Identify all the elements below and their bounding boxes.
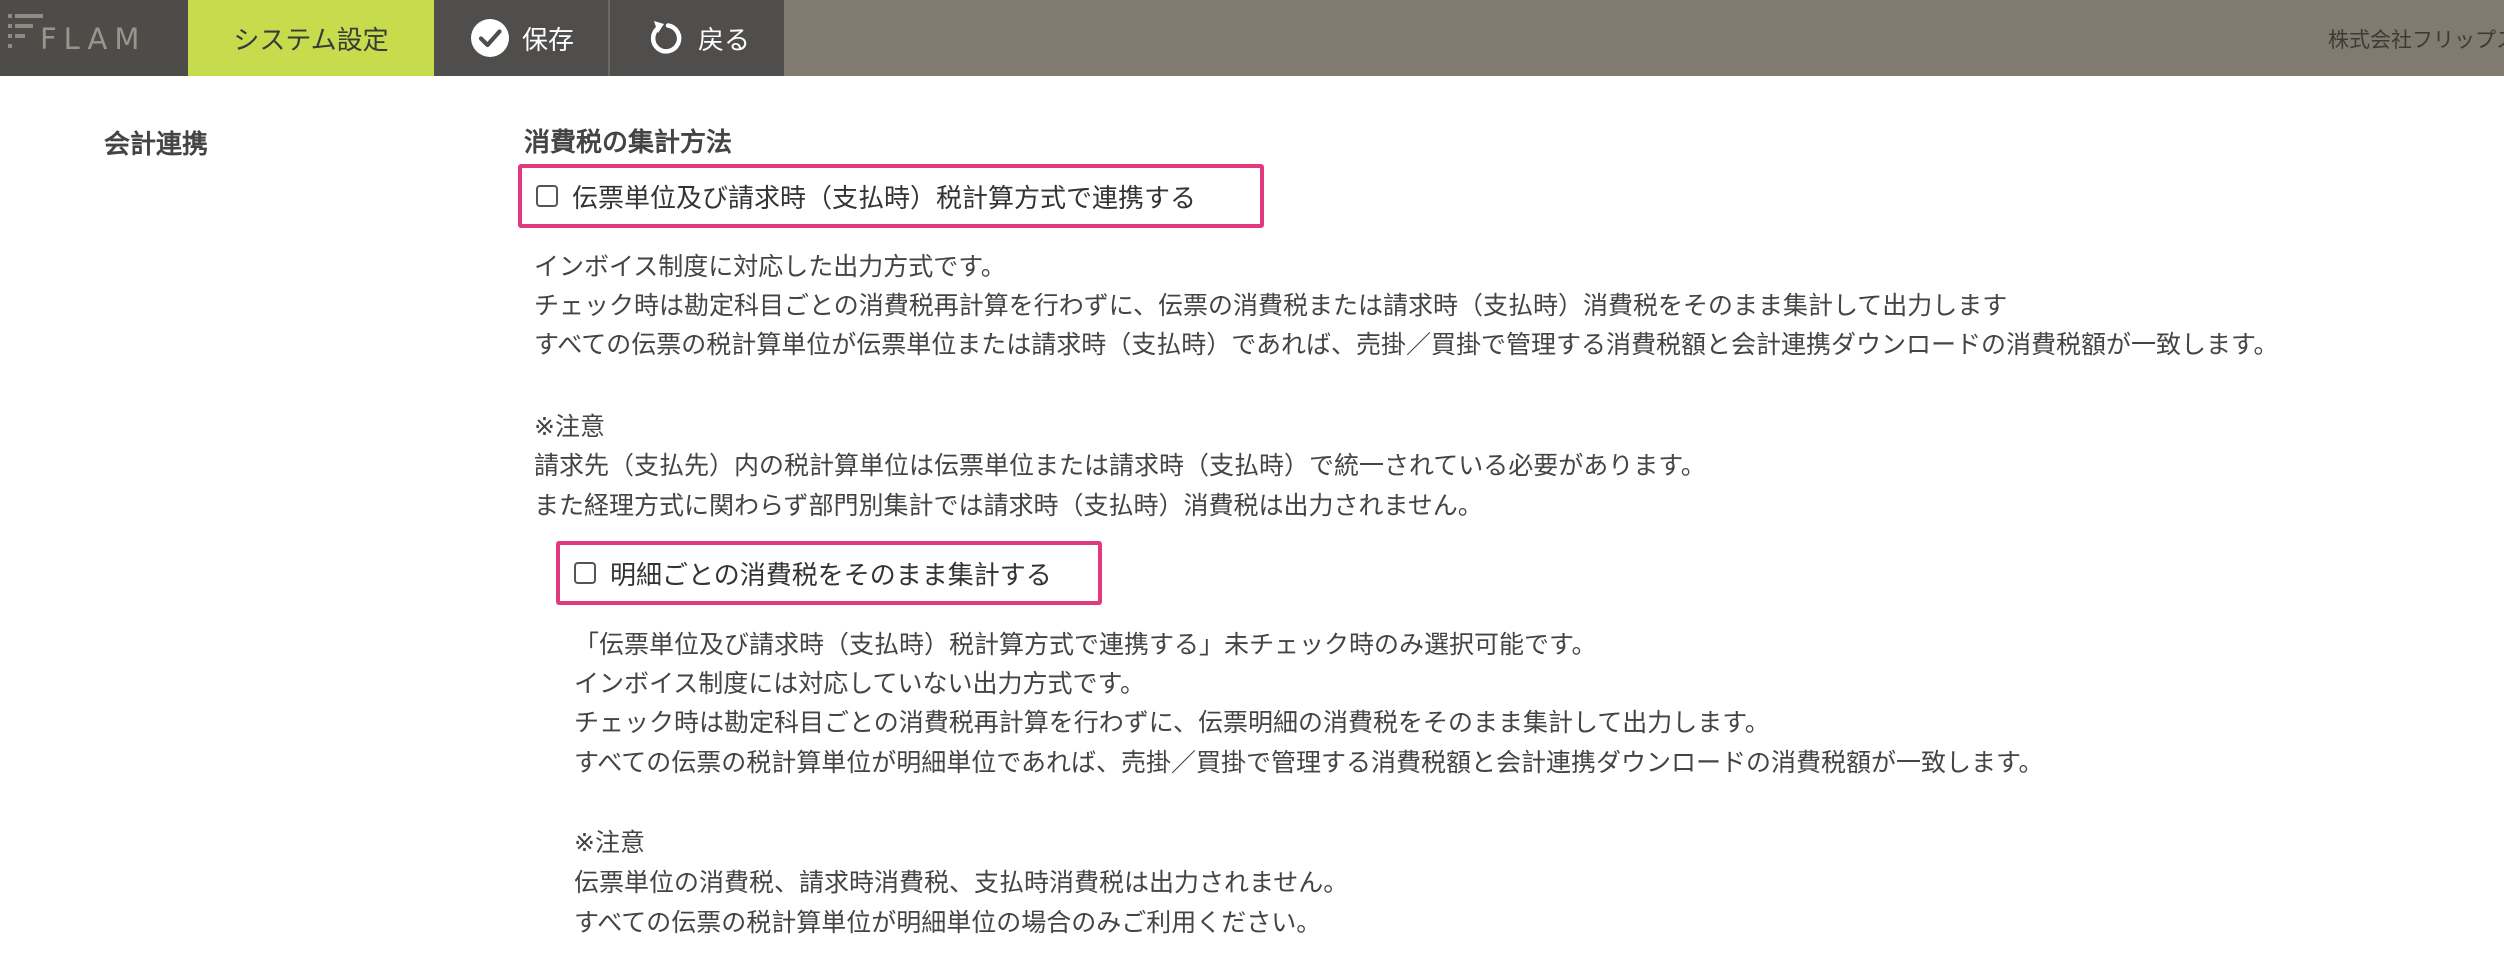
- company-name: 株式会社フリップス: [2328, 28, 2504, 52]
- line-item-tax-checkbox-label[interactable]: 明細ごとの消費税をそのまま集計する: [610, 555, 1052, 592]
- back-button-label: 戻る: [698, 25, 751, 56]
- option1-desc-line: チェック時は勘定科目ごとの消費税再計算を行わずに、伝票の消費税または請求時（支払…: [534, 291, 2008, 320]
- save-button[interactable]: 保存: [434, 0, 608, 76]
- tab-system-settings-label: システム設定: [233, 25, 389, 56]
- option2-desc-line: インボイス制度には対応していない出力方式です。: [574, 669, 1146, 698]
- option1-desc-line: インボイス制度に対応した出力方式です。: [534, 252, 1006, 281]
- option1-note-line: また経理方式に関わらず部門別集計では請求時（支払時）消費税は出力されません。: [534, 491, 1483, 520]
- option1-desc-line: すべての伝票の税計算単位が伝票単位または請求時（支払時）であれば、売掛／買掛で管…: [534, 330, 2279, 359]
- option2-note-line: すべての伝票の税計算単位が明細単位の場合のみご利用ください。: [574, 908, 1322, 937]
- option2-desc-line: 「伝票単位及び請求時（支払時）税計算方式で連携する」未チェック時のみ選択可能です…: [574, 630, 1597, 659]
- option2-note-line: 伝票単位の消費税、請求時消費税、支払時消費税は出力されません。: [574, 868, 1349, 897]
- option2-desc-line: チェック時は勘定科目ごとの消費税再計算を行わずに、伝票明細の消費税をそのまま集計…: [574, 708, 1770, 737]
- invoice-tax-checkbox-label[interactable]: 伝票単位及び請求時（支払時）税計算方式で連携する: [572, 178, 1196, 215]
- logo-text: FLAM: [40, 22, 147, 56]
- refresh-icon: [646, 18, 686, 58]
- save-button-label: 保存: [522, 25, 575, 56]
- invoice-tax-checkbox[interactable]: [536, 185, 558, 207]
- option2-note-title: ※注意: [574, 828, 645, 857]
- logo[interactable]: FLAM: [0, 0, 188, 76]
- option2-desc-line: すべての伝票の税計算単位が明細単位であれば、売掛／買掛で管理する消費税額と会計連…: [574, 748, 2044, 777]
- top-bar: FLAM システム設定 保存 戻る 株式会社フリップス: [0, 0, 2504, 76]
- line-item-tax-checkbox[interactable]: [574, 562, 596, 584]
- option1-note-title: ※注意: [534, 412, 605, 441]
- section-label-accounting: 会計連携: [104, 130, 209, 160]
- option-invoice-tax-box[interactable]: 伝票単位及び請求時（支払時）税計算方式で連携する: [518, 164, 1264, 228]
- option1-note-line: 請求先（支払先）内の税計算単位は伝票単位または請求時（支払時）で統一されている必…: [534, 451, 1706, 480]
- tax-aggregation-heading: 消費税の集計方法: [524, 128, 733, 158]
- check-circle-icon: [470, 18, 510, 58]
- option-line-item-tax-box[interactable]: 明細ごとの消費税をそのまま集計する: [556, 541, 1102, 605]
- back-button[interactable]: 戻る: [610, 0, 784, 76]
- tab-system-settings[interactable]: システム設定: [188, 0, 434, 76]
